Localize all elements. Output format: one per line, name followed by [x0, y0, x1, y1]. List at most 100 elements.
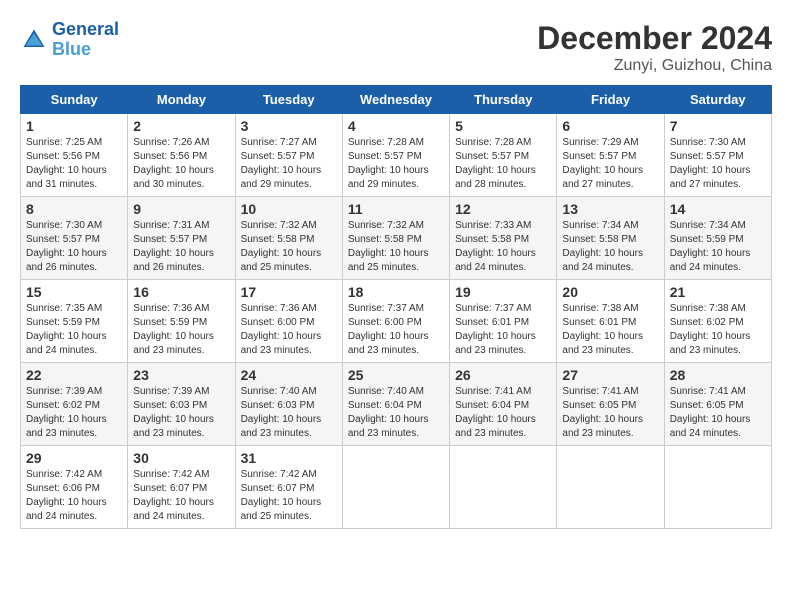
- day-number: 25: [348, 367, 444, 383]
- day-info: Sunrise: 7:40 AMSunset: 6:04 PMDaylight:…: [348, 385, 444, 441]
- day-number: 18: [348, 284, 444, 300]
- day-number: 21: [670, 284, 766, 300]
- calendar-cell: 22Sunrise: 7:39 AMSunset: 6:02 PMDayligh…: [21, 363, 128, 446]
- day-number: 29: [26, 450, 122, 466]
- day-info: Sunrise: 7:41 AMSunset: 6:04 PMDaylight:…: [455, 385, 551, 441]
- column-header-wednesday: Wednesday: [342, 86, 449, 114]
- day-number: 14: [670, 201, 766, 217]
- day-info: Sunrise: 7:38 AMSunset: 6:02 PMDaylight:…: [670, 302, 766, 358]
- month-title: December 2024: [537, 20, 772, 57]
- calendar-cell: 3 Sunrise: 7:27 AMSunset: 5:57 PMDaylight…: [235, 114, 342, 197]
- calendar-cell: 7 Sunrise: 7:30 AMSunset: 5:57 PMDaylight…: [664, 114, 771, 197]
- day-info: Sunrise: 7:38 AMSunset: 6:01 PMDaylight:…: [562, 302, 658, 358]
- day-info: Sunrise: 7:32 AMSunset: 5:58 PMDaylight:…: [241, 219, 337, 275]
- calendar-cell: 9Sunrise: 7:31 AMSunset: 5:57 PMDaylight…: [128, 197, 235, 280]
- logo-text: General Blue: [52, 20, 119, 60]
- day-number: 13: [562, 201, 658, 217]
- day-number: 1: [26, 118, 122, 134]
- day-number: 31: [241, 450, 337, 466]
- day-info: Sunrise: 7:36 AMSunset: 5:59 PMDaylight:…: [133, 302, 229, 358]
- calendar-cell: 23 Sunrise: 7:39 AMSunset: 6:03 PMDayligh…: [128, 363, 235, 446]
- column-header-thursday: Thursday: [450, 86, 557, 114]
- day-number: 7: [670, 118, 766, 134]
- column-header-sunday: Sunday: [21, 86, 128, 114]
- day-info: Sunrise: 7:30 AMSunset: 5:57 PMDaylight:…: [670, 136, 766, 192]
- day-info: Sunrise: 7:39 AMSunset: 6:02 PMDaylight:…: [26, 385, 122, 441]
- calendar-cell: 10 Sunrise: 7:32 AMSunset: 5:58 PMDayligh…: [235, 197, 342, 280]
- day-number: 28: [670, 367, 766, 383]
- day-info: Sunrise: 7:27 AMSunset: 5:57 PMDaylight:…: [241, 136, 337, 192]
- calendar-cell: 4Sunrise: 7:28 AMSunset: 5:57 PMDaylight…: [342, 114, 449, 197]
- calendar-table: SundayMondayTuesdayWednesdayThursdayFrid…: [20, 85, 772, 529]
- calendar-cell: [664, 446, 771, 529]
- logo: General Blue: [20, 20, 119, 60]
- day-info: Sunrise: 7:28 AMSunset: 5:57 PMDaylight:…: [455, 136, 551, 192]
- calendar-cell: 11 Sunrise: 7:32 AMSunset: 5:58 PMDayligh…: [342, 197, 449, 280]
- calendar-cell: 15Sunrise: 7:35 AMSunset: 5:59 PMDayligh…: [21, 280, 128, 363]
- day-info: Sunrise: 7:41 AMSunset: 6:05 PMDaylight:…: [562, 385, 658, 441]
- calendar-cell: [342, 446, 449, 529]
- day-number: 16: [133, 284, 229, 300]
- calendar-week-row: 1 Sunrise: 7:25 AMSunset: 5:56 PMDaylight…: [21, 114, 772, 197]
- day-number: 20: [562, 284, 658, 300]
- calendar-cell: 31 Sunrise: 7:42 AMSunset: 6:07 PMDayligh…: [235, 446, 342, 529]
- day-number: 3: [241, 118, 337, 134]
- calendar-header-row: SundayMondayTuesdayWednesdayThursdayFrid…: [21, 86, 772, 114]
- calendar-cell: 17 Sunrise: 7:36 AMSunset: 6:00 PMDayligh…: [235, 280, 342, 363]
- column-header-saturday: Saturday: [664, 86, 771, 114]
- calendar-cell: 25 Sunrise: 7:40 AMSunset: 6:04 PMDayligh…: [342, 363, 449, 446]
- day-number: 10: [241, 201, 337, 217]
- calendar-cell: 6 Sunrise: 7:29 AMSunset: 5:57 PMDaylight…: [557, 114, 664, 197]
- day-info: Sunrise: 7:42 AMSunset: 6:07 PMDaylight:…: [241, 468, 337, 524]
- calendar-week-row: 22Sunrise: 7:39 AMSunset: 6:02 PMDayligh…: [21, 363, 772, 446]
- calendar-cell: 30 Sunrise: 7:42 AMSunset: 6:07 PMDayligh…: [128, 446, 235, 529]
- day-info: Sunrise: 7:36 AMSunset: 6:00 PMDaylight:…: [241, 302, 337, 358]
- title-block: December 2024 Zunyi, Guizhou, China: [537, 20, 772, 75]
- column-header-tuesday: Tuesday: [235, 86, 342, 114]
- calendar-cell: 24Sunrise: 7:40 AMSunset: 6:03 PMDayligh…: [235, 363, 342, 446]
- day-number: 5: [455, 118, 551, 134]
- calendar-cell: 19 Sunrise: 7:37 AMSunset: 6:01 PMDayligh…: [450, 280, 557, 363]
- day-number: 23: [133, 367, 229, 383]
- day-number: 17: [241, 284, 337, 300]
- column-header-friday: Friday: [557, 86, 664, 114]
- day-number: 19: [455, 284, 551, 300]
- calendar-cell: 12 Sunrise: 7:33 AMSunset: 5:58 PMDayligh…: [450, 197, 557, 280]
- day-info: Sunrise: 7:25 AMSunset: 5:56 PMDaylight:…: [26, 136, 122, 192]
- calendar-cell: 21 Sunrise: 7:38 AMSunset: 6:02 PMDayligh…: [664, 280, 771, 363]
- calendar-cell: 8Sunrise: 7:30 AMSunset: 5:57 PMDaylight…: [21, 197, 128, 280]
- day-number: 27: [562, 367, 658, 383]
- calendar-cell: 5 Sunrise: 7:28 AMSunset: 5:57 PMDaylight…: [450, 114, 557, 197]
- day-number: 6: [562, 118, 658, 134]
- day-number: 26: [455, 367, 551, 383]
- day-info: Sunrise: 7:29 AMSunset: 5:57 PMDaylight:…: [562, 136, 658, 192]
- day-info: Sunrise: 7:42 AMSunset: 6:07 PMDaylight:…: [133, 468, 229, 524]
- calendar-cell: 26 Sunrise: 7:41 AMSunset: 6:04 PMDayligh…: [450, 363, 557, 446]
- day-number: 15: [26, 284, 122, 300]
- calendar-cell: 28Sunrise: 7:41 AMSunset: 6:05 PMDayligh…: [664, 363, 771, 446]
- day-info: Sunrise: 7:33 AMSunset: 5:58 PMDaylight:…: [455, 219, 551, 275]
- calendar-week-row: 15Sunrise: 7:35 AMSunset: 5:59 PMDayligh…: [21, 280, 772, 363]
- location: Zunyi, Guizhou, China: [537, 57, 772, 75]
- calendar-cell: 1 Sunrise: 7:25 AMSunset: 5:56 PMDaylight…: [21, 114, 128, 197]
- day-info: Sunrise: 7:26 AMSunset: 5:56 PMDaylight:…: [133, 136, 229, 192]
- day-info: Sunrise: 7:37 AMSunset: 6:00 PMDaylight:…: [348, 302, 444, 358]
- column-header-monday: Monday: [128, 86, 235, 114]
- day-info: Sunrise: 7:39 AMSunset: 6:03 PMDaylight:…: [133, 385, 229, 441]
- day-info: Sunrise: 7:32 AMSunset: 5:58 PMDaylight:…: [348, 219, 444, 275]
- calendar-cell: 13Sunrise: 7:34 AMSunset: 5:58 PMDayligh…: [557, 197, 664, 280]
- calendar-cell: [557, 446, 664, 529]
- day-number: 12: [455, 201, 551, 217]
- calendar-cell: 2Sunrise: 7:26 AMSunset: 5:56 PMDaylight…: [128, 114, 235, 197]
- day-number: 11: [348, 201, 444, 217]
- day-number: 30: [133, 450, 229, 466]
- day-info: Sunrise: 7:37 AMSunset: 6:01 PMDaylight:…: [455, 302, 551, 358]
- day-number: 8: [26, 201, 122, 217]
- calendar-cell: [450, 446, 557, 529]
- calendar-week-row: 8Sunrise: 7:30 AMSunset: 5:57 PMDaylight…: [21, 197, 772, 280]
- calendar-cell: 29 Sunrise: 7:42 AMSunset: 6:06 PMDayligh…: [21, 446, 128, 529]
- page-header: General Blue December 2024 Zunyi, Guizho…: [20, 20, 772, 75]
- day-number: 4: [348, 118, 444, 134]
- calendar-cell: 18 Sunrise: 7:37 AMSunset: 6:00 PMDayligh…: [342, 280, 449, 363]
- day-info: Sunrise: 7:42 AMSunset: 6:06 PMDaylight:…: [26, 468, 122, 524]
